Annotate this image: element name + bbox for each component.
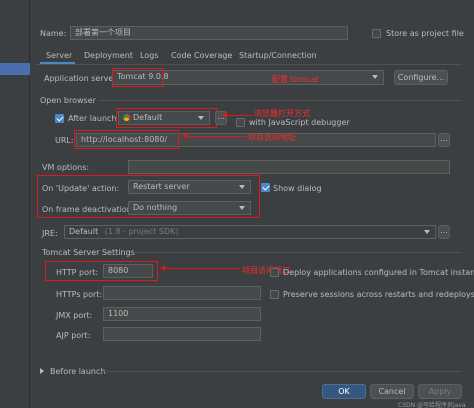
deploy-apps-label: Deploy applications configured in Tomcat… [283, 268, 474, 277]
https-port-input[interactable] [103, 286, 261, 300]
annotation-box-browser [116, 108, 217, 128]
update-action-label: On 'Update' action: [42, 184, 120, 193]
frame-deactivation-label: On frame deactivation: [42, 205, 135, 214]
vm-options-input[interactable] [128, 160, 450, 174]
chevron-down-icon [239, 185, 245, 189]
chevron-down-icon [239, 206, 245, 210]
url-label: URL: [55, 136, 74, 145]
frame-deactivation-value: Do nothing [133, 203, 178, 212]
tab-startup-connection[interactable]: Startup/Connection [239, 51, 317, 60]
annotation-tomcat-note: 配置 tomcat [272, 75, 319, 84]
after-launch-checkbox[interactable] [55, 114, 64, 123]
ajp-port-input[interactable] [103, 327, 261, 341]
after-launch-label: After launch [68, 114, 117, 123]
annotation-box-tomcat [112, 68, 164, 87]
jre-value: Default [69, 227, 99, 236]
jmx-port-input[interactable]: 1100 [103, 307, 261, 321]
before-launch-label[interactable]: Before launch [50, 367, 105, 376]
ajp-port-label: AJP port: [56, 331, 91, 340]
show-dialog-label: Show dialog [273, 184, 322, 193]
apply-button[interactable]: Apply [418, 384, 462, 399]
show-dialog-checkbox[interactable] [261, 183, 270, 192]
configure-button[interactable]: Configure... [394, 70, 448, 85]
js-debugger-label: with JavaScript debugger [249, 118, 350, 127]
tabs-divider [36, 64, 462, 65]
tab-logs[interactable]: Logs [140, 51, 158, 60]
annotation-arrow-url [186, 136, 246, 137]
tomcat-settings-divider [135, 252, 462, 253]
deploy-apps-checkbox[interactable] [270, 268, 279, 277]
open-browser-section-label: Open browser [40, 96, 96, 105]
before-launch-divider [100, 371, 462, 372]
app-server-label: Application server: [44, 74, 120, 83]
vm-options-label: VM options: [42, 163, 90, 172]
update-action-value: Restart server [133, 182, 190, 191]
store-as-project-file-checkbox[interactable] [372, 29, 381, 38]
open-browser-divider [98, 100, 462, 101]
annotation-arrow-port [164, 268, 240, 269]
left-config-tree [0, 0, 30, 408]
http-port-input[interactable]: 8080 [103, 264, 153, 278]
chevron-down-icon [372, 75, 378, 79]
http-port-label: HTTP port: [56, 268, 99, 277]
js-debugger-checkbox[interactable] [236, 118, 245, 127]
annotation-box-url [74, 130, 179, 149]
watermark-text: CSDN @写给程序员Java [398, 402, 466, 408]
chevron-right-icon[interactable] [40, 368, 44, 374]
jre-input[interactable]: Default (1.8 - project SDK) [64, 225, 436, 239]
frame-deactivation-select[interactable]: Do nothing [128, 201, 251, 215]
annotation-url-note: 项目访问地址 [248, 133, 296, 142]
store-as-project-file-label: Store as project file [386, 29, 464, 38]
jre-label: JRE: [42, 229, 58, 238]
name-input[interactable]: 部署第一个项目 [70, 26, 348, 40]
url-more-button[interactable]: ... [438, 133, 450, 147]
jre-hint: (1.8 - project SDK) [104, 227, 179, 236]
tomcat-settings-section-label: Tomcat Server Settings [42, 248, 135, 257]
chevron-down-icon [424, 230, 430, 234]
preserve-sessions-checkbox[interactable] [270, 290, 279, 299]
cancel-button[interactable]: Cancel [370, 384, 414, 399]
tab-code-coverage[interactable]: Code Coverage [171, 51, 232, 60]
update-action-select[interactable]: Restart server [128, 180, 251, 194]
tab-deployment[interactable]: Deployment [84, 51, 133, 60]
tab-server[interactable]: Server [46, 51, 72, 60]
ok-button[interactable]: OK [322, 384, 366, 399]
preserve-sessions-label: Preserve sessions across restarts and re… [283, 290, 474, 299]
annotation-arrow-browser [226, 115, 252, 116]
jre-more-button[interactable]: ... [438, 225, 450, 239]
jmx-port-label: JMX port: [56, 311, 93, 320]
https-port-label: HTTPs port: [56, 290, 103, 299]
left-tree-selected-item[interactable] [0, 63, 30, 75]
name-label: Name: [40, 29, 67, 38]
